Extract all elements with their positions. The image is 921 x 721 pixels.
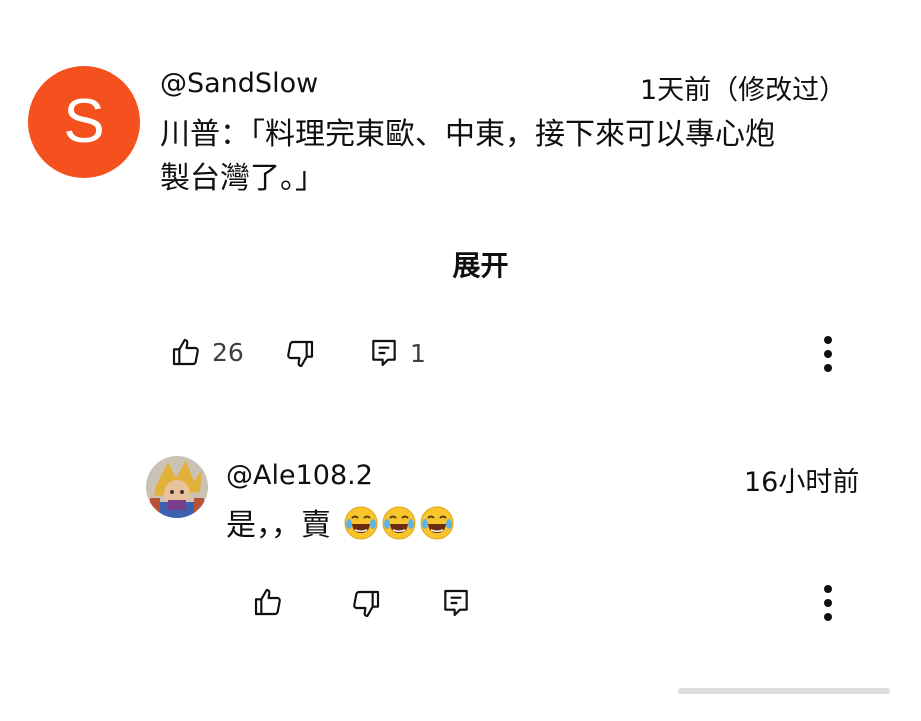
thumbs-up-icon xyxy=(254,588,281,616)
reply-like-button[interactable] xyxy=(252,586,284,618)
comment-timestamp: 1天前（修改过） xyxy=(640,75,847,106)
reply-comment-icon xyxy=(444,589,468,617)
dislike-button[interactable] xyxy=(284,338,316,370)
comment-text-line: 川普：「料理完東歐、中東，接下來可以專心炮 xyxy=(160,117,775,152)
more-vertical-icon xyxy=(824,336,832,344)
laughing-tears-emoji-icon xyxy=(420,506,454,540)
more-vertical-icon xyxy=(824,350,832,358)
reply-avatar[interactable] xyxy=(146,456,208,518)
more-options-button[interactable] xyxy=(823,336,833,378)
comment-author[interactable]: @SandSlow xyxy=(160,68,318,99)
reply-dislike-button[interactable] xyxy=(350,588,382,620)
thumbs-down-icon xyxy=(353,590,380,618)
reply-button[interactable]: 1 xyxy=(368,337,426,369)
avatar-image xyxy=(146,456,208,518)
more-vertical-icon xyxy=(824,364,832,372)
avatar[interactable]: S xyxy=(28,66,140,178)
home-indicator xyxy=(678,688,890,694)
reply-text: 是，，賣 😂😂😂 xyxy=(226,504,455,548)
expand-button[interactable]: 展开 xyxy=(0,244,921,284)
reply-more-options-button[interactable] xyxy=(823,585,833,627)
reply-count: 1 xyxy=(410,338,426,368)
reply-reply-button[interactable] xyxy=(440,587,472,619)
comment-text-line: 製台灣了。」 xyxy=(160,161,325,196)
reply-author[interactable]: @Ale108.2 xyxy=(226,460,373,491)
like-button[interactable]: 26 xyxy=(170,336,244,368)
more-vertical-icon xyxy=(824,599,832,607)
more-vertical-icon xyxy=(824,613,832,621)
reply-text-content: 是，，賣 xyxy=(226,508,331,543)
like-count: 26 xyxy=(212,337,244,367)
comment-text: 川普：「料理完東歐、中東，接下來可以專心炮 製台灣了。」 xyxy=(160,113,775,201)
thumbs-up-icon xyxy=(172,338,199,366)
reply-timestamp: 16小时前 xyxy=(744,467,860,498)
laughing-tears-emoji-icon xyxy=(382,506,416,540)
laughing-tears-emoji-icon xyxy=(344,506,378,540)
more-vertical-icon xyxy=(824,585,832,593)
reply-comment-icon xyxy=(372,339,396,367)
comment-thread: S @SandSlow 1天前（修改过） 川普：「料理完東歐、中東，接下來可以專… xyxy=(0,0,921,721)
thumbs-down-icon xyxy=(287,340,314,368)
